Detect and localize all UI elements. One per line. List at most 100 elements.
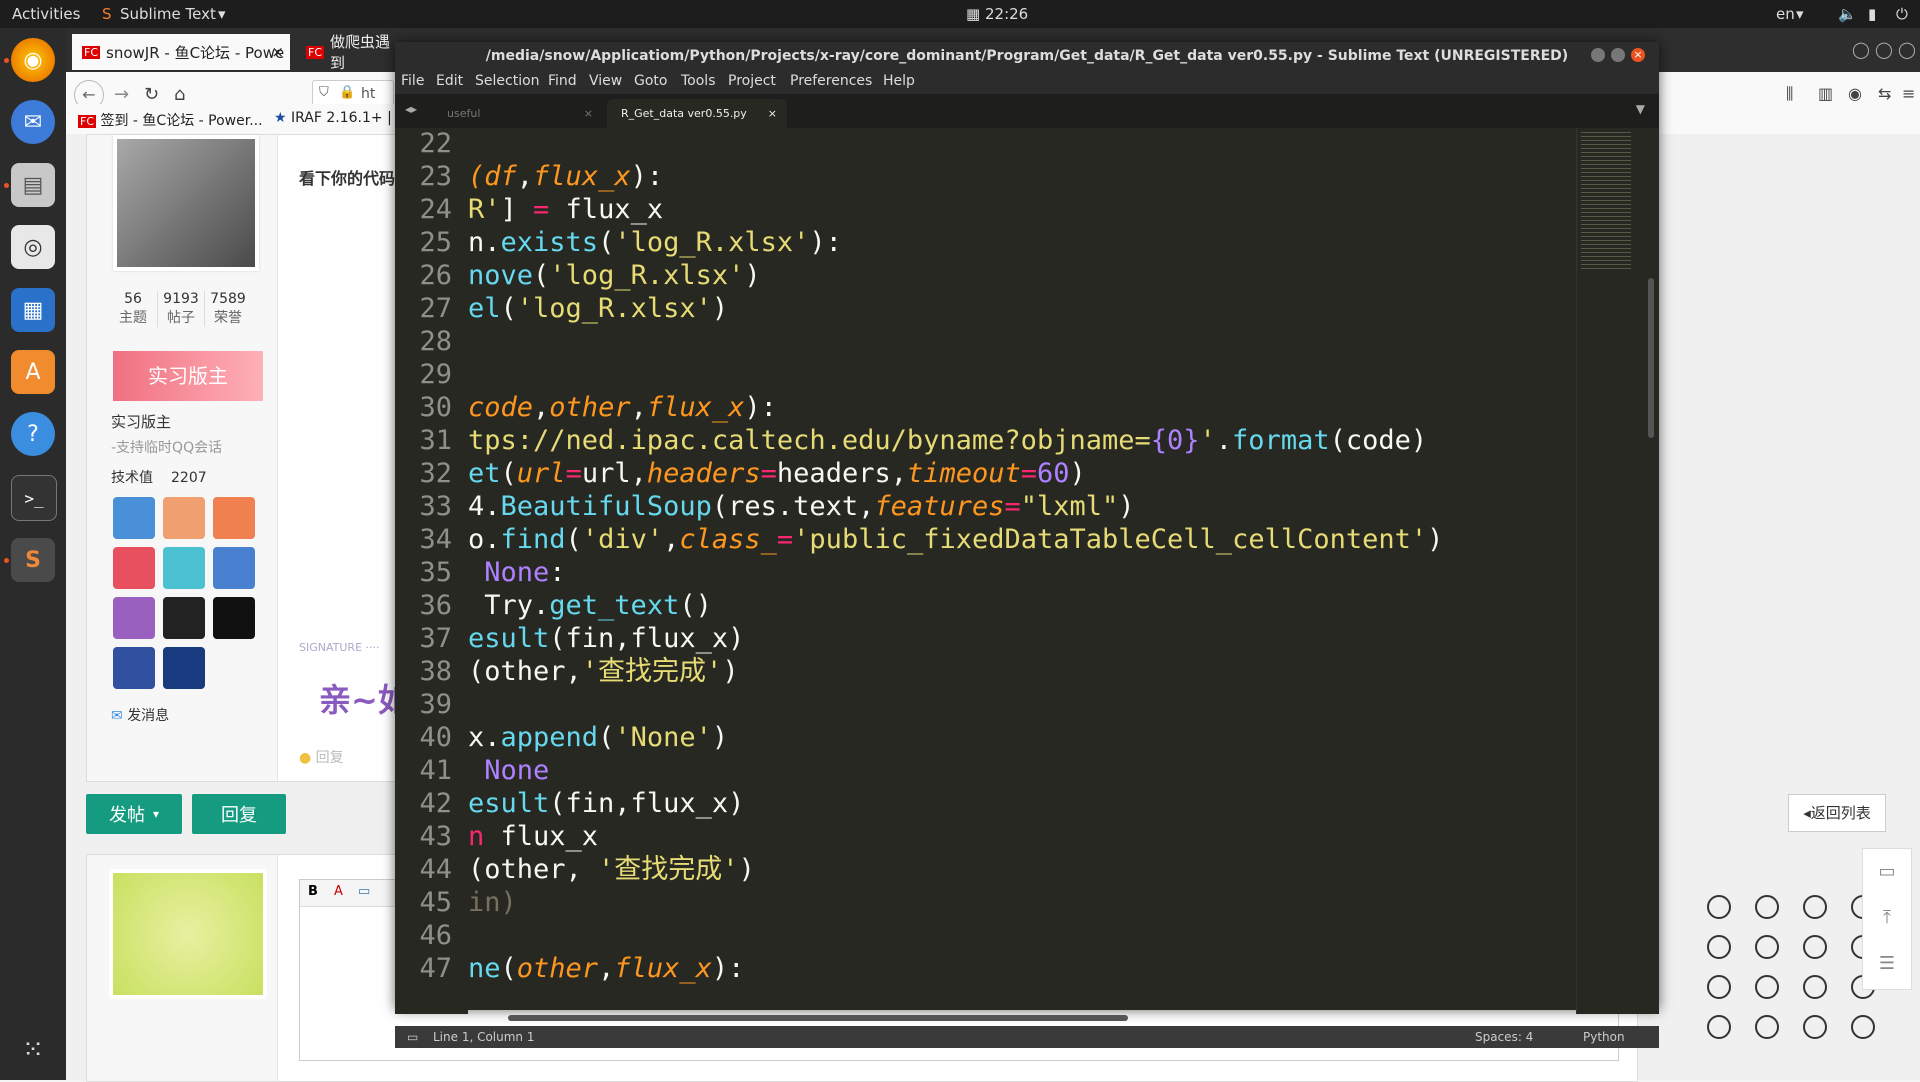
emoji-icon[interactable] [1803,1015,1827,1039]
avatar[interactable] [113,135,259,271]
minimap[interactable] [1576,128,1645,1014]
tab-list-icon[interactable]: ▼ [1636,102,1645,116]
indentation-setting[interactable]: Spaces: 4 [1475,1026,1533,1048]
rhythmbox-icon[interactable]: ◎ [11,225,55,269]
menu-find[interactable]: Find [548,73,577,89]
send-message-link[interactable]: ✉ 发消息 [111,705,169,725]
emoji-icon[interactable] [1755,935,1779,959]
editor-tab-active[interactable]: R_Get_data ver0.55.py × [607,99,787,128]
bookmark-item[interactable]: FC 签到 - 鱼C论坛 - Power... [78,110,263,130]
list-icon[interactable]: ☰ [1863,941,1911,987]
maximize-window-button[interactable] [1611,48,1625,62]
menu-goto[interactable]: Goto [634,73,667,89]
window-controls-icon[interactable]: ◯ ◯ ◯ [1852,40,1916,59]
medal-icon[interactable] [163,647,205,689]
back-to-top-icon[interactable]: ⤒ [1863,895,1911,941]
home-button[interactable]: ⌂ [174,84,185,105]
emoji-icon[interactable] [1803,895,1827,919]
minimize-window-button[interactable] [1591,48,1605,62]
line-number: 25 [419,227,452,258]
bookmark-item[interactable]: ★ IRAF 2.16.1+ | I [274,110,400,126]
close-icon[interactable]: × [768,99,777,128]
medal-icon[interactable] [213,547,255,589]
writer-icon[interactable]: ▦ [11,288,55,332]
vertical-scrollbar[interactable] [1644,128,1659,1014]
emoji-icon[interactable] [1803,975,1827,999]
account-icon[interactable]: ◉ [1848,84,1862,103]
browser-tab[interactable]: FC 做爬虫遇到 [296,33,396,72]
back-to-list-button[interactable]: ◂返回列表 [1788,794,1886,832]
bold-icon[interactable]: B [308,884,318,899]
medal-icon[interactable] [163,497,205,539]
clock[interactable]: 22:26 [985,5,1028,23]
font-color-icon[interactable]: A [334,884,343,899]
editor-tab[interactable]: useful × [433,99,603,128]
menu-help[interactable]: Help [883,73,915,89]
emoji-icon[interactable] [1707,975,1731,999]
scroll-thumb[interactable] [1648,278,1654,438]
menu-preferences[interactable]: Preferences [790,73,872,89]
emoji-icon[interactable] [1707,1015,1731,1039]
reply-link[interactable]: ● 回复 [299,747,344,767]
star-icon: ★ [274,110,287,126]
menu-tools[interactable]: Tools [681,73,716,89]
files-icon[interactable]: ▤ [11,163,55,207]
menu-file[interactable]: File [401,73,424,89]
syntax-setting[interactable]: Python [1583,1026,1625,1048]
library-icon[interactable]: ⫼ [1786,84,1793,104]
horizontal-scrollbar[interactable] [468,1014,1576,1022]
comment-icon[interactable]: ▭ [1863,849,1911,895]
thunderbird-icon[interactable]: ✉ [11,100,55,144]
code-area[interactable]: (df,flux_x): R'] = flux_x n.exists('log_… [468,128,1576,1014]
close-icon[interactable]: × [271,43,284,61]
terminal-icon[interactable]: >_ [11,475,57,521]
emoji-icon[interactable] [1803,935,1827,959]
reply-avatar[interactable] [109,869,267,999]
medal-icon[interactable] [113,647,155,689]
menu-selection[interactable]: Selection [475,73,540,89]
emoji-icon[interactable] [1707,895,1731,919]
medal-icon[interactable] [113,597,155,639]
hamburger-menu-icon[interactable]: ≡ [1902,84,1915,103]
menu-edit[interactable]: Edit [436,73,463,89]
menu-view[interactable]: View [589,73,622,89]
language-indicator[interactable]: en [1776,5,1795,23]
sidebar-icon[interactable]: ▥ [1818,84,1833,103]
emoji-icon[interactable] [1707,935,1731,959]
menu-project[interactable]: Project [728,73,776,89]
reload-button[interactable]: ↻ [144,84,159,105]
close-icon[interactable]: × [584,99,593,128]
power-icon[interactable]: ⏻ [1896,5,1908,23]
panel-toggle-icon[interactable]: ▭ [407,1026,418,1048]
forward-button[interactable]: → [114,84,129,105]
line-number: 24 [419,194,452,225]
firefox-icon[interactable]: ◉ [11,38,55,82]
software-icon[interactable]: A [11,350,55,394]
close-window-button[interactable]: × [1631,48,1645,62]
medal-icon[interactable] [113,547,155,589]
help-icon[interactable]: ? [11,412,55,456]
post-button[interactable]: 发帖 ▾ [86,794,182,834]
apps-grid-icon[interactable]: ⁙ [11,1028,55,1072]
emoji-icon[interactable] [1755,1015,1779,1039]
medal-icon[interactable] [213,597,255,639]
browser-tab[interactable]: FC snowJR - 鱼C论坛 - Powe × [72,34,290,70]
emoji-icon[interactable] [1755,975,1779,999]
reply-button[interactable]: 回复 [192,794,286,834]
emoji-icon[interactable] [1755,895,1779,919]
status-bar: ▭ Line 1, Column 1 Spaces: 4 Python [395,1026,1659,1048]
volume-icon[interactable]: 🔈 [1838,5,1857,23]
medal-icon[interactable] [213,497,255,539]
sync-icon[interactable]: ⇆ [1878,84,1891,103]
image-icon[interactable]: ▭ [358,884,370,899]
tab-scroll-icon[interactable]: ◂▸ [405,102,417,116]
medal-icon[interactable] [163,597,205,639]
sublime-icon[interactable]: S [11,538,55,582]
battery-icon[interactable]: ▮ [1868,5,1876,23]
scroll-thumb[interactable] [508,1015,1128,1021]
emoji-icon[interactable] [1851,1015,1875,1039]
app-menu-button[interactable]: Sublime Text [120,5,216,23]
activities-button[interactable]: Activities [12,5,80,23]
medal-icon[interactable] [113,497,155,539]
medal-icon[interactable] [163,547,205,589]
